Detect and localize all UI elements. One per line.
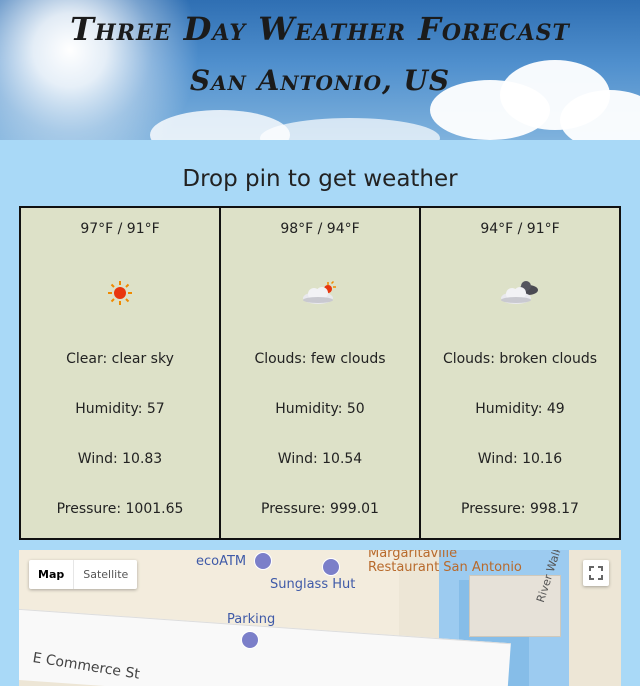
parking-pin-icon[interactable]	[241, 631, 259, 649]
forecast-day-2: 98°F / 94°F Clouds: few clouds Humidity:…	[221, 206, 421, 540]
poi-ecoatm[interactable]: ecoATM	[196, 554, 246, 569]
banner-cloud	[260, 118, 440, 140]
forecast-day-1: 97°F / 91°F Clear: clear sky Humidity: 5…	[19, 206, 221, 540]
fullscreen-button[interactable]	[583, 560, 609, 586]
header-banner: Three Day Weather Forecast San Antonio, …	[0, 0, 640, 140]
fullscreen-icon	[589, 566, 603, 580]
sun-icon	[21, 278, 219, 308]
humidity: Humidity: 57	[75, 401, 165, 417]
shopping-pin-icon[interactable]	[322, 558, 340, 576]
weather-description: Clouds: broken clouds	[442, 351, 598, 367]
temperature-range: 98°F / 94°F	[280, 221, 360, 237]
poi-margaritaville-sub[interactable]: Restaurant San Antonio	[368, 560, 522, 575]
map-canvas[interactable]: E Commerce St River Walk ecoATM Sunglass…	[19, 550, 621, 686]
broken-clouds-icon	[421, 278, 619, 308]
location-title: San Antonio, US	[189, 64, 451, 97]
temperature-range: 94°F / 91°F	[480, 221, 560, 237]
wind: Wind: 10.54	[277, 451, 363, 467]
poi-parking[interactable]: Parking	[227, 612, 275, 627]
pressure: Pressure: 1001.65	[56, 501, 184, 517]
map-type-control: Map Satellite	[29, 560, 138, 589]
few-clouds-icon	[221, 278, 419, 308]
humidity: Humidity: 50	[275, 401, 365, 417]
weather-description: Clouds: few clouds	[254, 351, 386, 367]
temperature-range: 97°F / 91°F	[80, 221, 160, 237]
humidity: Humidity: 49	[475, 401, 565, 417]
pressure: Pressure: 998.17	[461, 501, 579, 517]
map-type-map-button[interactable]: Map	[29, 560, 73, 589]
page-title: Three Day Weather Forecast	[70, 10, 570, 48]
forecast-grid: 97°F / 91°F Clear: clear sky Humidity: 5…	[19, 206, 621, 540]
pressure: Pressure: 999.01	[261, 501, 379, 517]
drop-pin-heading: Drop pin to get weather	[182, 166, 458, 192]
forecast-day-3: 94°F / 91°F Clouds: broken clouds Humidi…	[421, 206, 621, 540]
map-type-satellite-button[interactable]: Satellite	[73, 560, 137, 589]
wind: Wind: 10.16	[477, 451, 563, 467]
wind: Wind: 10.83	[77, 451, 163, 467]
weather-description: Clear: clear sky	[66, 351, 174, 367]
poi-sunglass-hut[interactable]: Sunglass Hut	[270, 577, 355, 592]
shopping-pin-icon[interactable]	[254, 552, 272, 570]
